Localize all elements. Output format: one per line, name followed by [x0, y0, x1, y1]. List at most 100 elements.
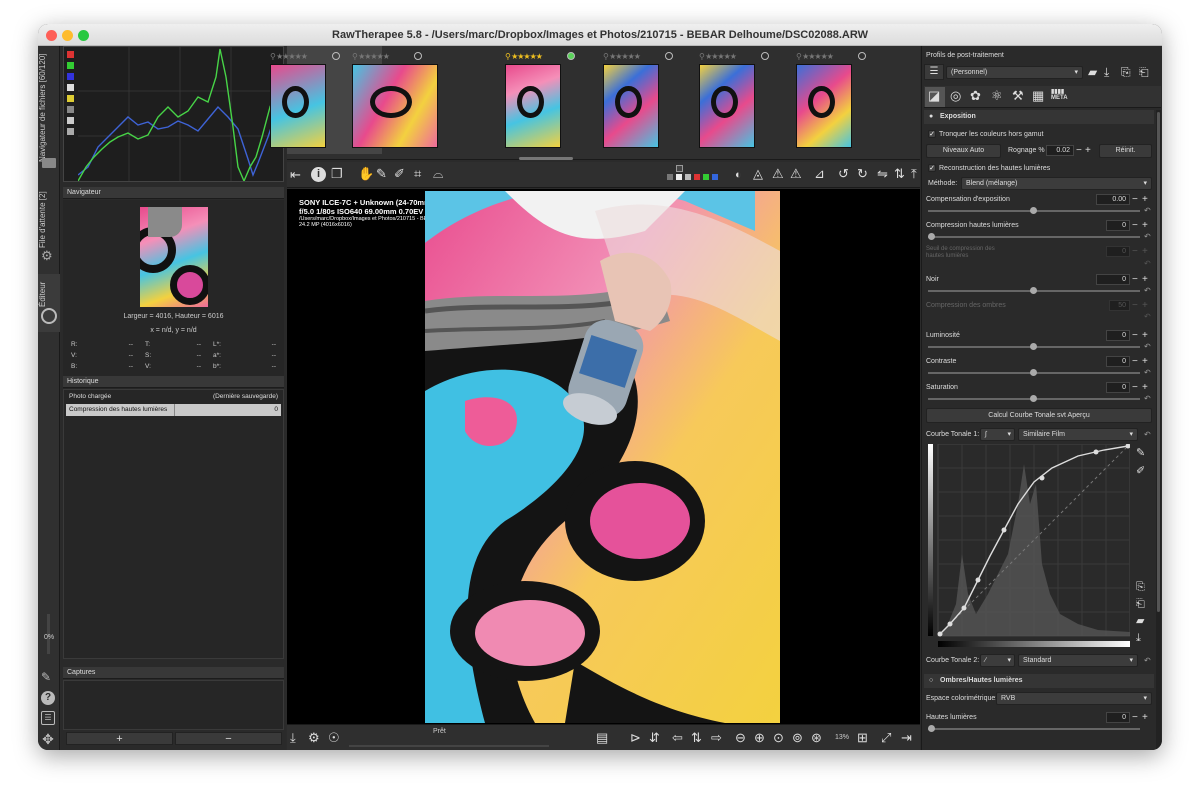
- reset-icon[interactable]: ↶: [1144, 232, 1151, 241]
- slider-knob[interactable]: [1030, 207, 1037, 214]
- thumbnail-color-label[interactable]: [567, 52, 575, 60]
- preview-bw-toggle[interactable]: [667, 174, 673, 180]
- flip-vertical-icon[interactable]: ⇅: [894, 167, 905, 181]
- straighten-tool-icon[interactable]: ⌓: [433, 167, 443, 181]
- tab-raw-icon[interactable]: ▦: [1032, 89, 1044, 103]
- filmstrip-thumbnail[interactable]: [603, 64, 659, 148]
- reset-icon[interactable]: ↶: [1144, 286, 1151, 295]
- thumbnail-rating-stars[interactable]: ⚲ ★★★★★: [796, 52, 834, 61]
- sync-icon[interactable]: ⇵: [649, 731, 660, 745]
- zoom-fit-icon[interactable]: ⊙: [773, 731, 784, 745]
- external-editor-icon[interactable]: ☉: [328, 731, 340, 745]
- slider-knob[interactable]: [1030, 343, 1037, 350]
- red-channel-toggle[interactable]: [67, 51, 74, 58]
- remove-snapshot-button[interactable]: −: [175, 732, 282, 745]
- auto-levels-button[interactable]: Niveaux Auto: [926, 144, 1001, 158]
- thumbnail-color-label[interactable]: [332, 52, 340, 60]
- clip-percent-field[interactable]: 0.02: [1046, 145, 1074, 156]
- tab-advanced-icon[interactable]: ⚛: [991, 89, 1003, 103]
- curve-edit-point-icon[interactable]: ✎: [1136, 446, 1145, 460]
- clip-gamut-checkbox[interactable]: ✓: [928, 130, 936, 138]
- thumbnail-rating-stars[interactable]: ⚲ ★★★★★: [352, 52, 390, 61]
- flip-horizontal-icon[interactable]: ⇋: [877, 167, 888, 181]
- paste-profile-icon[interactable]: ⎗: [1139, 65, 1149, 79]
- slider-knob[interactable]: [1030, 395, 1037, 402]
- clip-decrease-button[interactable]: −: [1076, 146, 1082, 156]
- bar-toggle[interactable]: [67, 117, 74, 124]
- saturation-slider[interactable]: [928, 395, 1140, 402]
- save-image-icon[interactable]: ⤓: [290, 731, 296, 745]
- highlights-field[interactable]: 0: [1106, 712, 1130, 723]
- white-balance-picker-icon[interactable]: ✎: [376, 167, 387, 181]
- info-icon[interactable]: i: [311, 167, 326, 182]
- raw-toggle[interactable]: [67, 106, 74, 113]
- arrow-left-icon[interactable]: ⇦: [672, 731, 683, 745]
- histogram-mode-toggle[interactable]: [67, 128, 74, 135]
- clipped-highlights-icon[interactable]: ⚠: [772, 167, 784, 181]
- add-snapshot-button[interactable]: +: [66, 732, 173, 745]
- tab-exposure-icon[interactable]: ◪: [928, 89, 940, 103]
- hide-right-panel-icon[interactable]: ⇥: [901, 731, 912, 745]
- reset-icon[interactable]: ↶: [1144, 206, 1151, 215]
- tab-queue[interactable]: File d'attente [2]: [38, 184, 60, 256]
- thumbnail-rating-stars[interactable]: ⚲ ★★★★★: [270, 52, 308, 61]
- navigator-preview[interactable]: [140, 207, 208, 307]
- slider-knob[interactable]: [928, 725, 935, 732]
- saturation-field[interactable]: 0: [1106, 382, 1130, 393]
- gears-icon[interactable]: ⚙: [41, 249, 57, 263]
- thumbnail-color-label[interactable]: [414, 52, 422, 60]
- zoom-out-icon[interactable]: ⊖: [735, 731, 746, 745]
- hl-comp-minus[interactable]: −: [1132, 221, 1138, 231]
- focus-mask-icon[interactable]: ⚠: [790, 167, 802, 181]
- exposure-comp-slider[interactable]: [928, 207, 1140, 214]
- tool-panel-scrollbar[interactable]: [1156, 110, 1161, 750]
- hide-filmstrip-icon[interactable]: ⤒: [911, 167, 917, 181]
- saturation-plus[interactable]: +: [1142, 383, 1148, 393]
- contrast-plus[interactable]: +: [1142, 357, 1148, 367]
- curve-picker-icon[interactable]: ✐: [1136, 464, 1145, 478]
- lightness-field[interactable]: 0: [1106, 330, 1130, 341]
- help-icon[interactable]: ?: [41, 691, 55, 705]
- curve1-mode-combo[interactable]: Similaire Film ▾: [1018, 428, 1138, 441]
- arrow-right-icon[interactable]: ⇨: [711, 731, 722, 745]
- thumbnail-rating-stars[interactable]: ⚲ ★★★★★: [699, 52, 737, 61]
- curve-paste-icon[interactable]: ⎗: [1136, 597, 1145, 611]
- reset-icon[interactable]: ↶: [1144, 430, 1151, 439]
- shadows-section-header[interactable]: Ombres/Hautes lumières ○: [924, 674, 1154, 688]
- lightness-plus[interactable]: +: [1142, 331, 1148, 341]
- filmstrip-thumbnail[interactable]: [352, 64, 438, 148]
- crop-tool-icon[interactable]: ⌗: [414, 167, 421, 181]
- slider-knob[interactable]: [1030, 369, 1037, 376]
- preferences-icon[interactable]: ☰: [41, 711, 55, 725]
- exposure-comp-minus[interactable]: −: [1132, 195, 1138, 205]
- hl-comp-slider[interactable]: [928, 233, 1140, 240]
- hide-left-panel-icon[interactable]: ⇤: [290, 168, 301, 182]
- profile-list-icon[interactable]: ☰: [924, 64, 944, 80]
- open-profile-icon[interactable]: ▰: [1088, 65, 1097, 79]
- close-window-button[interactable]: [46, 30, 57, 41]
- curve-save-icon[interactable]: ⤓: [1136, 631, 1141, 645]
- zoom-100-icon[interactable]: ⊛: [811, 731, 822, 745]
- filmstrip-thumbnail[interactable]: [699, 64, 755, 148]
- filmstrip-scrollbar[interactable]: [519, 157, 573, 160]
- thumbnail-color-label[interactable]: [858, 52, 866, 60]
- blue-channel-toggle[interactable]: [67, 73, 74, 80]
- exposure-comp-field[interactable]: 0.00: [1096, 194, 1130, 205]
- navigator-header[interactable]: Navigateur: [63, 187, 284, 199]
- curve-open-icon[interactable]: ▰: [1136, 614, 1144, 628]
- hl-reconstruction-checkbox[interactable]: ✓: [928, 164, 936, 172]
- filmstrip-thumbnail[interactable]: [270, 64, 326, 148]
- before-after-icon[interactable]: ❐: [331, 167, 343, 181]
- zoom-window-button[interactable]: [78, 30, 89, 41]
- thumbnail-rating-stars[interactable]: ⚲ ★★★★★: [603, 52, 641, 61]
- fullscreen-icon[interactable]: ⤢: [881, 731, 891, 745]
- highlights-slider[interactable]: [928, 725, 1140, 732]
- tone-curve-editor[interactable]: [928, 444, 1130, 648]
- rotate-left-icon[interactable]: ↺: [838, 167, 849, 181]
- highlights-plus[interactable]: +: [1142, 713, 1148, 723]
- shadows-warning-icon[interactable]: ◐: [735, 168, 742, 182]
- clip-increase-button[interactable]: +: [1085, 146, 1091, 156]
- curve-copy-icon[interactable]: ⎘: [1136, 580, 1145, 594]
- move-icon[interactable]: ✥: [40, 731, 56, 747]
- hand-tool-icon[interactable]: ✋: [358, 167, 374, 181]
